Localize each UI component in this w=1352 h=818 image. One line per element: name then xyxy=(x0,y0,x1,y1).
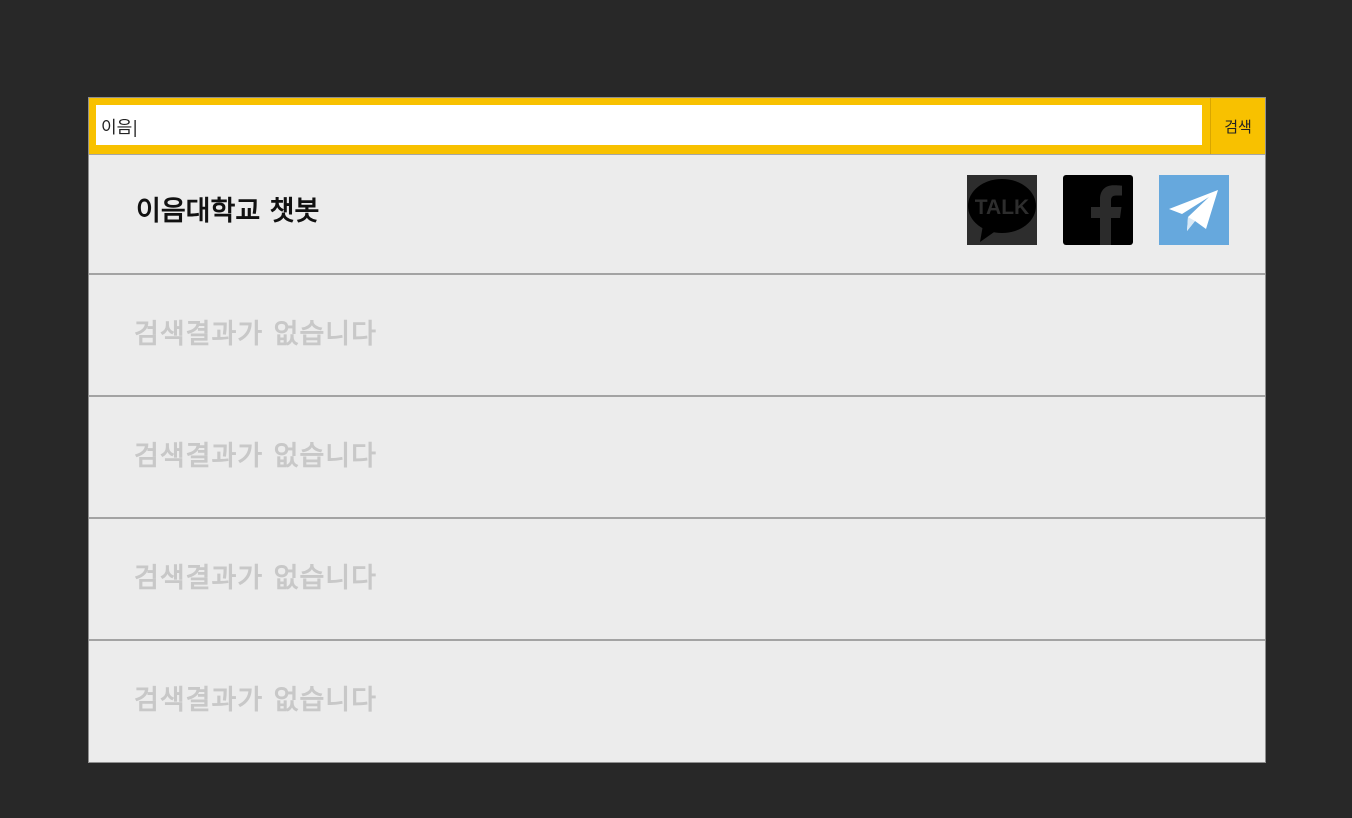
facebook-icon[interactable] xyxy=(1063,175,1133,245)
empty-result-text: 검색결과가 없습니다 xyxy=(134,685,377,716)
result-row-empty: 검색결과가 없습니다 xyxy=(89,641,1265,761)
result-row-empty: 검색결과가 없습니다 xyxy=(89,519,1265,641)
kakaotalk-label: TALK xyxy=(975,196,1029,219)
result-row-chatbot[interactable]: 이음대학교 챗봇 TALK xyxy=(89,155,1265,275)
empty-result-text: 검색결과가 없습니다 xyxy=(134,319,377,350)
kakaotalk-icon[interactable]: TALK xyxy=(967,175,1037,245)
search-bar: 검색 xyxy=(89,98,1265,155)
telegram-icon[interactable] xyxy=(1159,175,1229,245)
search-button[interactable]: 검색 xyxy=(1210,98,1265,154)
result-row-empty: 검색결과가 없습니다 xyxy=(89,397,1265,519)
result-row-empty: 검색결과가 없습니다 xyxy=(89,275,1265,397)
empty-result-text: 검색결과가 없습니다 xyxy=(134,563,377,594)
search-input[interactable] xyxy=(96,105,1202,145)
result-title: 이음대학교 챗봇 xyxy=(136,196,320,227)
empty-result-text: 검색결과가 없습니다 xyxy=(134,441,377,472)
search-panel: 검색 이음대학교 챗봇 TALK xyxy=(88,97,1266,763)
